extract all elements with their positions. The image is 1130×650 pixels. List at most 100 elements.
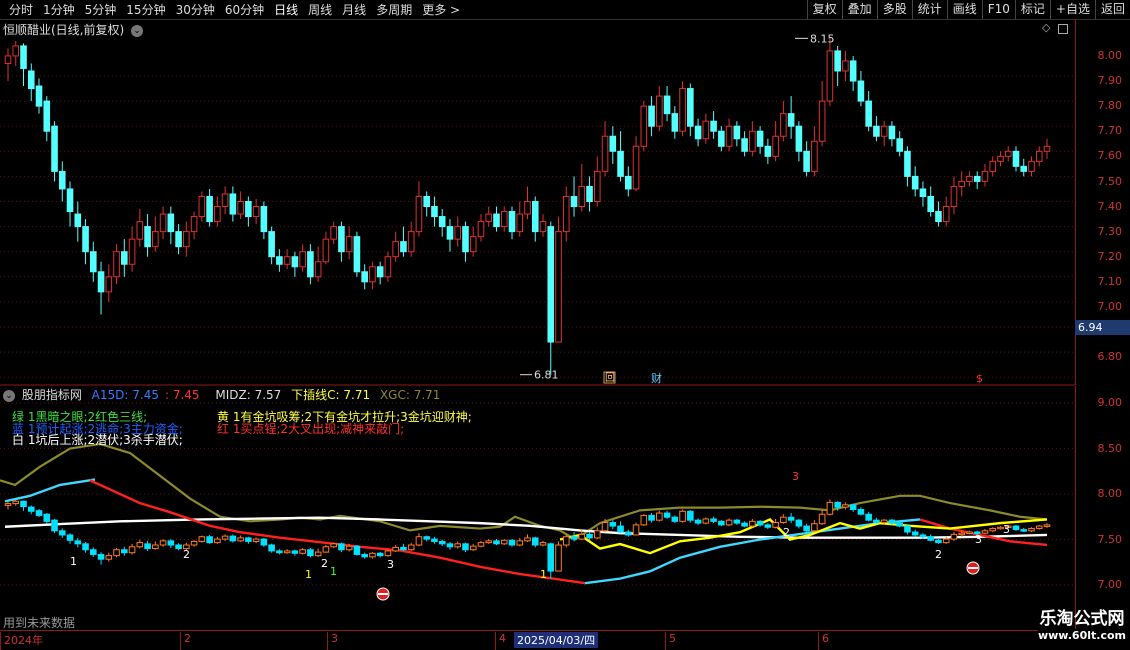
toolbar-button[interactable]: 复权 (806, 0, 842, 19)
signal-label: 2 (321, 557, 328, 570)
indicator-candle-body (338, 543, 345, 551)
candle-body (873, 125, 880, 137)
indicator-candle-body (671, 516, 679, 522)
indicator-candle-body (958, 532, 966, 536)
period-tab[interactable]: 5分钟 (80, 2, 122, 18)
candle-body (97, 271, 105, 293)
candle-body (245, 201, 252, 218)
indicator-candle-body (516, 540, 524, 546)
date-tick: 2 (180, 632, 191, 650)
period-tab[interactable]: 1分钟 (38, 2, 80, 18)
indicator-candle-body (927, 536, 934, 541)
indicator-candle-body (214, 538, 221, 544)
indicator-candle-body (911, 531, 919, 536)
toolbar-button[interactable]: +自选 (1049, 0, 1095, 19)
indicator-candle-body (989, 527, 997, 532)
indicator-candle-body (725, 519, 733, 526)
indicator-name[interactable]: 股朋指标网 (22, 388, 82, 402)
indicator-candle-body (493, 540, 500, 545)
toolbar-button[interactable]: 标记 (1014, 0, 1050, 19)
candle-body (144, 226, 151, 248)
indicator-candle-body (873, 519, 880, 524)
candle-body (20, 45, 27, 69)
signal-label: 2 (183, 548, 190, 561)
candle-body (570, 195, 578, 208)
period-tab[interactable]: 分时 (4, 2, 38, 18)
toolbar-button[interactable]: 统计 (911, 0, 947, 19)
indicator-candle-body (82, 543, 89, 551)
period-tab[interactable]: 更多 > (417, 2, 465, 18)
period-tab[interactable]: 30分钟 (171, 2, 220, 18)
candle-body (516, 213, 524, 233)
period-tab[interactable]: 月线 (337, 2, 371, 18)
period-tab[interactable]: 日线 (269, 2, 303, 18)
indicator-candle-body (624, 531, 632, 536)
toolbar-button[interactable]: 返回 (1094, 0, 1130, 19)
candle-body (307, 251, 314, 278)
candle-body (640, 105, 648, 147)
indicator-candle-body (500, 539, 508, 545)
toolbar-button[interactable]: 画线 (946, 0, 982, 19)
candle-body (531, 201, 539, 233)
indicator-candle-body (190, 540, 198, 546)
indicator-candle-body (834, 501, 841, 508)
indicator-candle-body (291, 550, 299, 554)
candle-body (555, 231, 562, 343)
indicator-candle-body (656, 512, 663, 521)
candle-body (826, 50, 834, 102)
chevron-down-icon[interactable]: ⌄ (3, 389, 15, 402)
indicator-candles (4, 499, 1051, 579)
toolbar-button[interactable]: 多股 (876, 0, 912, 19)
candle-body (82, 226, 89, 253)
candle-body (911, 175, 919, 190)
indicator-candle-body (981, 530, 989, 534)
watermark-url: www.60lt.com (1037, 629, 1126, 642)
indicator-candle-body (1020, 529, 1028, 532)
indicator-candle-body (454, 543, 462, 548)
indicator-candle-body (942, 538, 950, 544)
candle-body (803, 150, 810, 172)
indicator-candle-body (733, 519, 741, 524)
candle-body (369, 266, 376, 283)
candles (4, 38, 1051, 375)
candle-body (524, 201, 531, 215)
candle-body (384, 256, 392, 278)
candle-body (345, 236, 353, 253)
period-tab[interactable]: 15分钟 (121, 2, 170, 18)
candle-body (741, 138, 748, 152)
price-axis-label: 7.90 (1097, 74, 1123, 88)
indicator-candle-body (702, 518, 710, 524)
price-axis-label: 7.20 (1097, 249, 1123, 263)
candle-body (152, 231, 159, 248)
indicator-candle-body (896, 522, 903, 527)
indicator-candle-body (609, 522, 617, 527)
indicator-candle-body (749, 520, 756, 527)
candle-body (446, 226, 454, 240)
candle-body (1012, 150, 1020, 167)
indicator-candle-body (787, 516, 795, 521)
candle-body (624, 175, 632, 190)
period-tab[interactable]: 60分钟 (220, 2, 269, 18)
date-highlight: 2025/04/03/四 (514, 632, 599, 648)
candle-body (175, 231, 182, 248)
period-tab[interactable]: 多周期 (371, 2, 417, 18)
candle-body (958, 180, 966, 187)
toolbar-button[interactable]: 叠加 (841, 0, 877, 19)
indicator-candle-body (888, 519, 896, 524)
signal-label: 3 (792, 470, 799, 483)
candle-body (35, 85, 43, 107)
indicator-candle-body (407, 544, 415, 551)
indicator-candle-body (772, 522, 779, 528)
watermark-title: 乐淘公式网 (1039, 609, 1125, 629)
toolbar-button[interactable]: F10 (981, 0, 1015, 19)
indicator-candle-body (121, 549, 128, 554)
candle-body (687, 88, 694, 127)
candle-body (268, 231, 275, 258)
period-tabs: 分时 1分钟 5分钟 15分钟 30分钟 60分钟 日线 周线 月线 多周期 更多 > (4, 2, 465, 18)
indicator-candle-body (299, 549, 306, 554)
period-tab[interactable]: 周线 (303, 2, 337, 18)
candle-body (764, 145, 772, 157)
indicator-candle-body (198, 536, 206, 542)
candle-body (314, 261, 322, 278)
candle-body (485, 213, 493, 223)
